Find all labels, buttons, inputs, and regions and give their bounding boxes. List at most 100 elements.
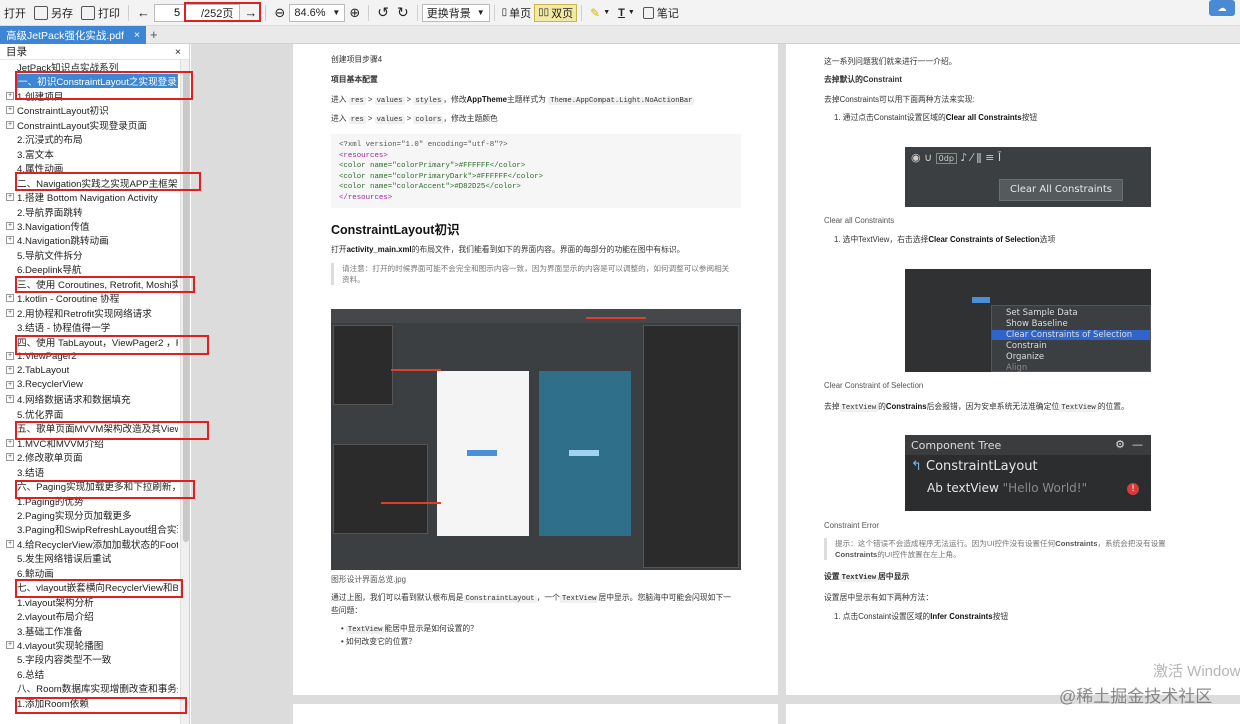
inline-code: res [348,116,366,124]
rotate-right-button[interactable]: ↻ [393,3,413,23]
chevron-down-icon: ▼ [332,8,341,17]
bold-text: Clear all Constraints [945,113,1022,122]
toc-item[interactable]: 2.Paging实现分页加载更多 [0,508,178,522]
toc-item[interactable]: +3.Navigation传值 [0,219,178,233]
scrollbar-thumb[interactable] [183,72,189,542]
toc-item[interactable]: 1.vlayout架构分析 [0,595,178,609]
toc-item[interactable]: 5.发生网络错误后重试 [0,551,178,565]
section-title: 设置 TextView 居中显示 [824,571,909,582]
zoom-select[interactable]: 84.6% ▼ [289,3,346,22]
toc-item[interactable]: +1.搭建 Bottom Navigation Activity [0,190,178,204]
toc-item[interactable]: 六、Paging实现加载更多和下拉刷新，错 [0,479,178,493]
inline-code: TextView [559,595,599,603]
tab-document[interactable]: 高级JetPack强化实战.pdf × [0,26,146,44]
toc-item[interactable]: +2.修改歌单页面 [0,450,178,464]
toc-item[interactable]: +3.RecyclerView [0,378,178,392]
rotate-left-button[interactable]: ↺ [373,3,393,23]
toc-item[interactable]: 3.基础工作准备 [0,624,178,638]
zoom-in-button[interactable]: ⊕ [345,3,364,23]
toc-item[interactable]: JetPack知识点实战系列 [0,60,178,74]
toc-item[interactable]: 5.导航文件拆分 [0,248,178,262]
toc-item[interactable]: 5.字段内容类型不一致 [0,652,178,666]
section-heading: ConstraintLayout初识 [331,223,460,237]
page-number-input[interactable] [155,4,199,21]
toc-item[interactable]: 4.属性动画 [0,161,178,175]
toc-item[interactable]: +2.TabLayout [0,363,178,377]
expand-icon[interactable]: + [6,352,14,360]
expand-icon[interactable]: + [6,641,14,649]
notes-button[interactable]: 笔记 [639,3,683,23]
selected-textview [972,297,990,303]
expand-icon[interactable]: + [6,120,14,129]
toc-item[interactable]: 6.Deeplink导航 [0,262,178,276]
open-button[interactable]: 打开 [0,3,30,23]
prev-page-button[interactable]: ← [133,3,154,23]
toc-item[interactable]: + ConstraintLayout初识 [0,103,178,117]
bold-text: Constrains [885,402,927,411]
toc-item[interactable]: 七、vlayout嵌套横向RecyclerView和Bar [0,580,178,594]
toc-item[interactable]: 6.总结 [0,667,178,681]
add-tab-button[interactable]: + [150,26,158,44]
toc-item-label: 2.修改歌单页面 [17,453,83,465]
highlight-button[interactable]: ✎ ▼ [586,3,614,23]
expand-icon[interactable]: + [6,380,14,389]
toc-item[interactable]: 五、歌单页面MVVM架构改造及其ViewM [0,421,178,435]
toc-item[interactable]: +4.网络数据请求和数据填充 [0,392,178,406]
paragraph: 些问题： [331,606,363,615]
cloud-icon[interactable]: ☁ [1209,0,1235,16]
expand-icon[interactable]: + [6,308,14,317]
expand-icon[interactable]: + [6,294,14,303]
toc-item[interactable]: +4.Navigation跳转动画 [0,233,178,247]
toc-item[interactable]: + ConstraintLayout实现登录页面 [0,118,178,132]
toc-item[interactable]: +1.kotlin - Coroutine 协程 [0,291,178,305]
toc-item[interactable]: +1.ViewPager2 [0,349,178,363]
rotate-left-icon: ↺ [377,4,389,20]
next-page-button[interactable]: → [240,3,261,23]
code-block: <?xml version="1.0" encoding="utf-8"?> <… [331,134,741,208]
sidebar-scrollbar[interactable] [180,60,189,724]
expand-icon[interactable]: + [6,236,14,245]
text: 设置 [824,572,840,581]
double-page-toggle[interactable]: ▯▯ 双页 [534,3,578,22]
toc-item[interactable]: 5.优化界面 [0,407,178,421]
expand-icon[interactable]: + [6,539,14,548]
expand-icon[interactable]: + [6,91,14,100]
toc-item[interactable]: 1.Paging的优势 [0,494,178,508]
save-as-button[interactable]: 另存 [30,3,77,23]
expand-icon[interactable]: + [6,453,14,462]
toc-item[interactable]: 八、Room数据库实现增删改查和事务处 [0,681,178,695]
expand-icon[interactable]: + [6,366,14,375]
text-color-button[interactable]: T ▼ [614,3,639,23]
toc-item[interactable]: +1.创建项目 [0,89,178,103]
toc-item[interactable]: 三、使用 Coroutines, Retrofit, Moshi实 [0,277,178,291]
expand-icon[interactable]: + [6,395,14,404]
toc-item[interactable]: 3.富文本 [0,147,178,161]
expand-icon[interactable]: + [6,221,14,230]
toc-item[interactable]: +1.MVC和MVVM介绍 [0,436,178,450]
close-icon[interactable]: × [175,46,181,58]
toc-item[interactable]: 3.结语 [0,465,178,479]
background-select[interactable]: 更换背景 ▼ [421,3,490,22]
toc-item[interactable]: 2.沉浸式的布局 [0,132,178,146]
toc-item[interactable]: 6.鲸动画 [0,566,178,580]
toc-item-selected[interactable]: 一、初识ConstraintLayout之实现登录页 [0,74,178,89]
toc-item[interactable]: +4.给RecyclerView添加加载状态的Footer [0,537,178,551]
expand-icon[interactable]: + [6,438,14,447]
single-page-toggle[interactable]: ▯ 单页 [499,4,535,22]
toc-item[interactable]: 2.vlayout布局介绍 [0,609,178,623]
toc-item[interactable]: 3.结语 - 协程值得一学 [0,320,178,334]
toc-item[interactable]: 四、使用 TabLayout，ViewPager2 ，Re [0,335,178,349]
toc-item[interactable]: +2.用协程和Retrofit实现网络请求 [0,306,178,320]
toc-item-label: 5.字段内容类型不一致 [17,655,112,667]
toc-item[interactable]: 3.Paging和SwipRefreshLayout组合实现 [0,522,178,536]
zoom-out-button[interactable]: ⊖ [270,3,289,23]
expand-icon[interactable]: + [6,193,14,202]
toc-item[interactable]: 1.添加Room依赖 [0,696,178,710]
toc-item[interactable]: +4.vlayout实现轮播图 [0,638,178,652]
toc-item[interactable]: 2.导航界面跳转 [0,205,178,219]
print-button[interactable]: 打印 [77,3,124,23]
close-icon[interactable]: × [134,29,140,41]
toc-item[interactable]: 二、Navigation实践之实现APP主框架以 [0,176,178,190]
expand-icon[interactable]: + [6,106,14,115]
page-total: /252页 [201,7,234,20]
